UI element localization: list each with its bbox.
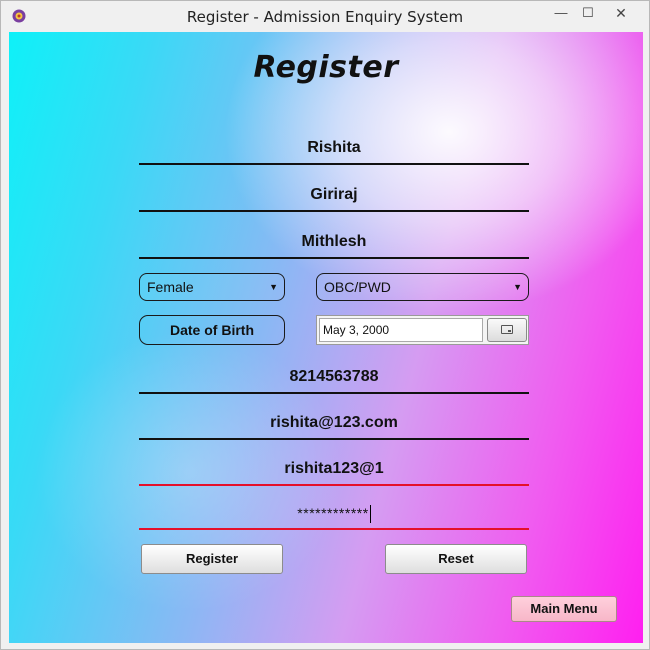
phone-field[interactable]: 8214563788 bbox=[139, 362, 529, 394]
date-picker: May 3, 2000 bbox=[316, 315, 529, 345]
minimize-button[interactable]: — bbox=[546, 2, 576, 24]
password-masked-text: ************ bbox=[297, 505, 369, 521]
dob-input[interactable]: May 3, 2000 bbox=[319, 318, 483, 342]
middle-name-field[interactable]: Giriraj bbox=[139, 180, 529, 212]
title-bar: Register - Admission Enquiry System — ☐ … bbox=[1, 1, 649, 32]
chevron-down-icon: ▼ bbox=[513, 282, 522, 292]
register-form-panel: Register Rishita Giriraj Mithlesh Female… bbox=[9, 32, 643, 643]
email-field[interactable]: rishita@123.com bbox=[139, 408, 529, 440]
reset-button[interactable]: Reset bbox=[385, 544, 527, 574]
dob-label: Date of Birth bbox=[139, 315, 285, 345]
app-window: Register - Admission Enquiry System — ☐ … bbox=[0, 0, 650, 650]
last-name-field[interactable]: Mithlesh bbox=[139, 227, 529, 259]
text-caret bbox=[369, 505, 371, 524]
maximize-button[interactable]: ☐ bbox=[573, 2, 603, 24]
category-select[interactable]: OBC/PWD ▼ bbox=[316, 273, 529, 301]
gender-selected-value: Female bbox=[147, 279, 194, 295]
first-name-field[interactable]: Rishita bbox=[139, 133, 529, 165]
chevron-down-icon: ▼ bbox=[269, 282, 278, 292]
calendar-button[interactable] bbox=[487, 318, 527, 342]
page-title: Register bbox=[253, 50, 399, 85]
password-field[interactable]: ************ bbox=[139, 498, 529, 530]
category-selected-value: OBC/PWD bbox=[324, 279, 391, 295]
register-button[interactable]: Register bbox=[141, 544, 283, 574]
gender-select[interactable]: Female ▼ bbox=[139, 273, 285, 301]
calendar-icon bbox=[501, 325, 513, 334]
close-button[interactable]: ✕ bbox=[601, 2, 641, 24]
main-menu-button[interactable]: Main Menu bbox=[511, 596, 617, 622]
username-field[interactable]: rishita123@1 bbox=[139, 454, 529, 486]
